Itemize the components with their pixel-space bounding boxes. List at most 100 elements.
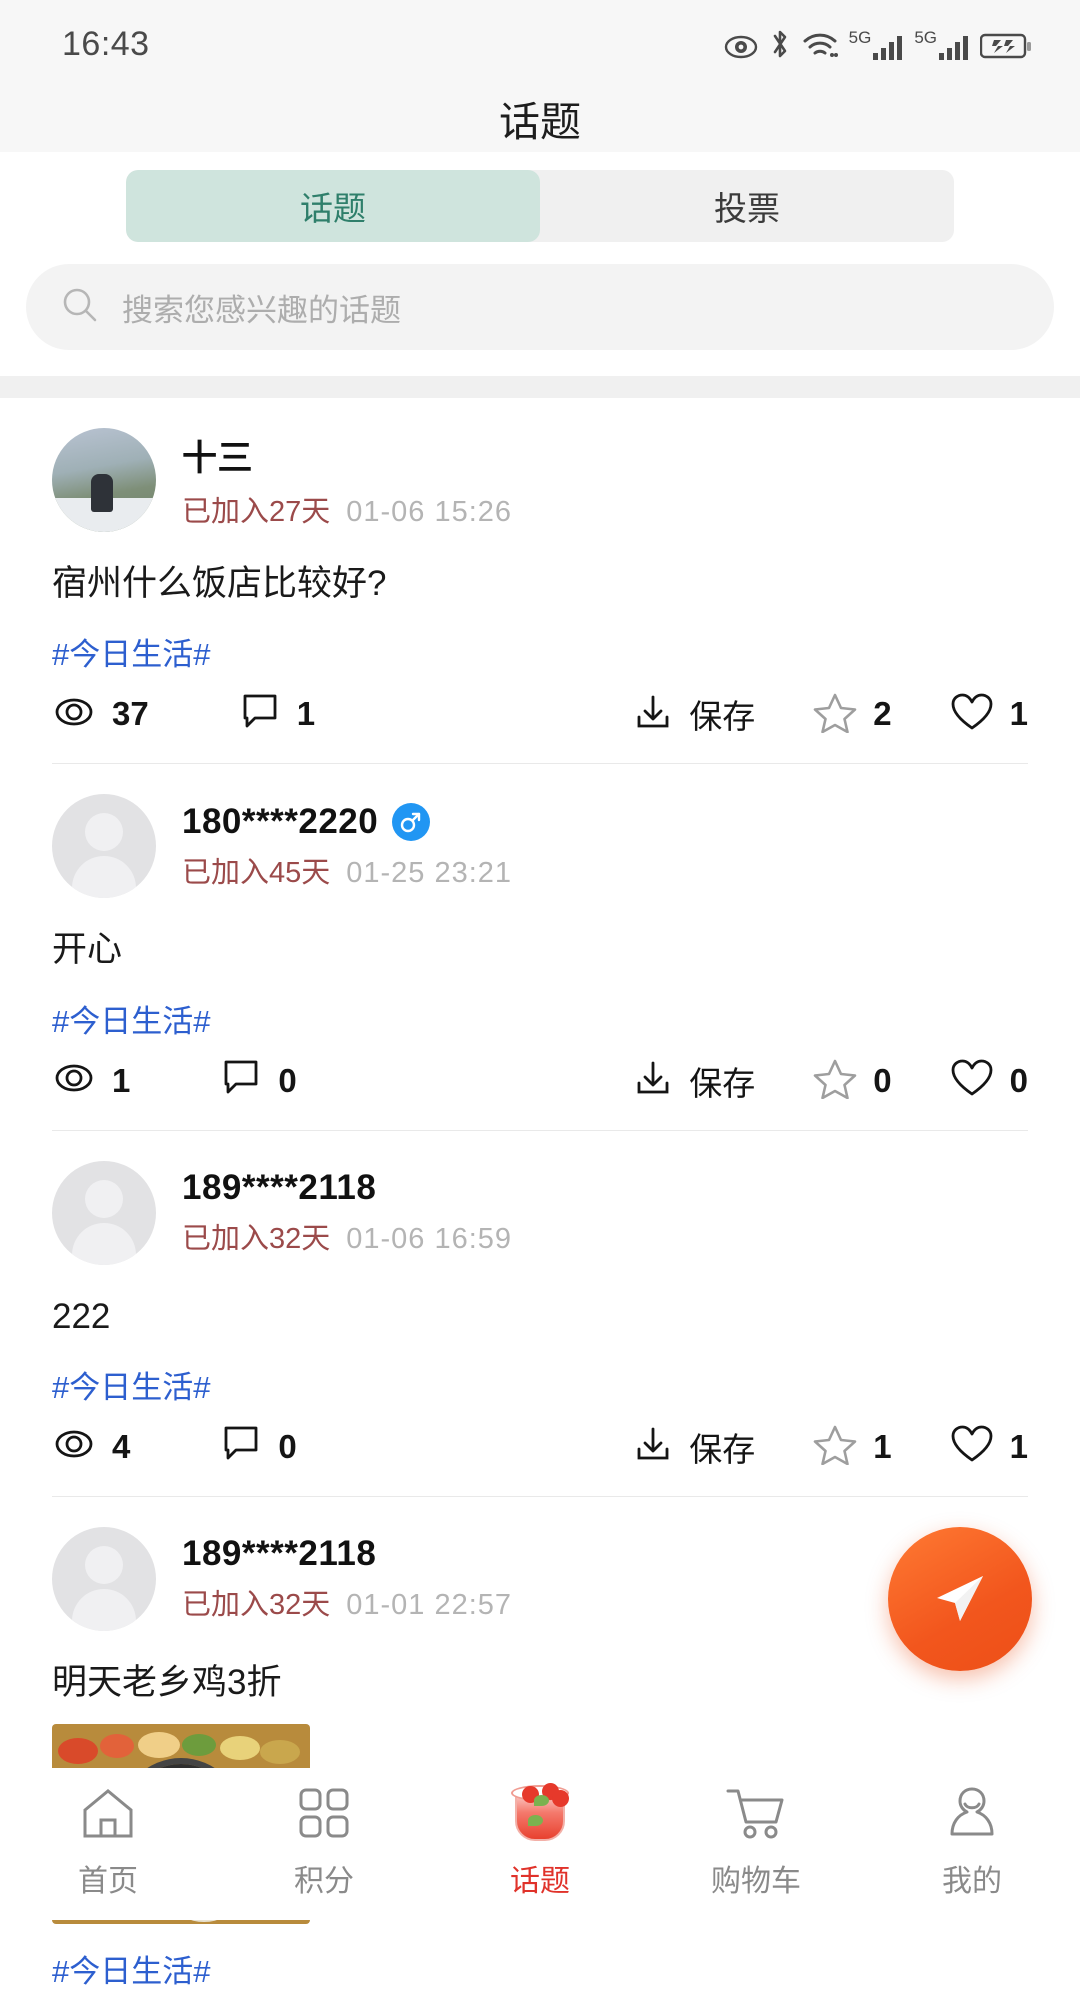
post-card[interactable]: 180****2220 已加入45天 01-25 23:21 开心 #今日生活#	[0, 764, 1080, 1131]
download-icon	[633, 692, 673, 737]
username[interactable]: 180****2220	[182, 802, 378, 842]
comment-count-action[interactable]: 0	[222, 1058, 297, 1103]
comment-icon	[222, 1424, 262, 1469]
username[interactable]: 189****2118	[182, 1168, 376, 1208]
view-count: 37	[112, 695, 149, 733]
nav-label-points: 积分	[294, 1865, 354, 1898]
avatar[interactable]	[52, 428, 156, 532]
bluetooth-icon	[769, 28, 791, 60]
heart-icon	[950, 1424, 994, 1469]
nav-item-points[interactable]: 积分	[216, 1782, 432, 1900]
post-tag[interactable]: #今日生活#	[52, 1946, 1028, 1991]
save-button[interactable]: 保存	[633, 1423, 755, 1471]
nav-label-home: 首页	[78, 1865, 138, 1898]
nav-label-mine: 我的	[942, 1865, 1002, 1898]
favorite-button[interactable]: 0	[813, 1057, 892, 1105]
person-icon	[943, 1782, 1001, 1844]
favorite-count: 1	[873, 1427, 892, 1465]
joined-days: 已加入32天	[182, 1223, 331, 1255]
like-button[interactable]: 1	[950, 690, 1028, 738]
view-count-action: 37	[52, 692, 149, 737]
nav-item-mine[interactable]: 我的	[864, 1782, 1080, 1900]
download-icon	[633, 1058, 673, 1103]
username-row: 189****2118	[182, 1168, 512, 1208]
joined-days: 已加入27天	[182, 496, 331, 528]
segmented-control: 话题 投票	[126, 170, 954, 242]
favorite-button[interactable]: 1	[813, 1423, 892, 1471]
post-card[interactable]: 十三 已加入27天 01-06 15:26 宿州什么饭店比较好? #今日生活# …	[0, 398, 1080, 765]
tab-topics[interactable]: 话题	[126, 170, 540, 242]
like-count: 1	[1009, 1427, 1028, 1465]
favorite-count: 0	[873, 1061, 892, 1099]
battery-charging-icon	[980, 32, 1032, 60]
post-card[interactable]: 189****2118 已加入32天 01-06 16:59 222 #今日生活…	[0, 1131, 1080, 1497]
save-button[interactable]: 保存	[633, 1057, 755, 1105]
eye-care-icon	[724, 34, 758, 60]
download-icon	[633, 1424, 673, 1469]
comment-count-action[interactable]: 1	[241, 692, 315, 737]
view-count-action: 4	[52, 1424, 130, 1469]
post-header: 189****2118 已加入32天 01-06 16:59	[52, 1160, 1028, 1265]
signal-5g-icon-2: 5G	[914, 29, 969, 60]
search-input[interactable]: 搜索您感兴趣的话题	[26, 264, 1054, 350]
favorite-button[interactable]: 2	[813, 690, 892, 738]
nav-item-home[interactable]: 首页	[0, 1782, 216, 1900]
wifi-icon	[802, 30, 838, 60]
compose-fab-button[interactable]	[888, 1527, 1032, 1671]
comment-count: 0	[278, 1061, 297, 1099]
grid-icon	[295, 1782, 353, 1844]
post-time: 01-06 16:59	[346, 1223, 513, 1255]
comment-count: 0	[278, 1427, 297, 1465]
nav-item-cart[interactable]: 购物车	[648, 1782, 864, 1900]
view-count: 4	[112, 1427, 131, 1465]
post-meta: 十三 已加入27天 01-06 15:26	[182, 430, 512, 530]
username[interactable]: 十三	[182, 430, 253, 481]
joined-days: 已加入32天	[182, 1589, 331, 1622]
star-icon	[813, 691, 857, 738]
nav-item-topics[interactable]: 话题	[432, 1782, 648, 1900]
like-count: 0	[1009, 1061, 1028, 1099]
post-meta: 189****2118 已加入32天 01-06 16:59	[182, 1168, 512, 1257]
search-placeholder: 搜索您感兴趣的话题	[122, 292, 401, 328]
signal-5g-icon: 5G	[849, 29, 904, 60]
save-label: 保存	[689, 698, 756, 736]
topic-feed: 十三 已加入27天 01-06 15:26 宿州什么饭店比较好? #今日生活# …	[0, 398, 1080, 1991]
comment-icon	[241, 692, 281, 737]
username[interactable]: 189****2118	[182, 1534, 376, 1574]
post-tag[interactable]: #今日生活#	[52, 629, 1028, 674]
post-header: 十三 已加入27天 01-06 15:26	[52, 428, 1028, 532]
send-plane-icon	[923, 1560, 997, 1639]
avatar[interactable]	[52, 1526, 156, 1631]
status-bar-icons: 5G 5G	[724, 28, 1032, 60]
bottom-navigation: 首页 积分 话题 购物车 我的	[0, 1768, 1080, 1920]
post-actions: 1 0 保存 0 0	[52, 1057, 1028, 1131]
post-content: 222	[52, 1296, 111, 1336]
post-tag[interactable]: #今日生活#	[52, 1362, 1028, 1407]
post-actions: 37 1 保存 2 1	[52, 690, 1028, 764]
post-subinfo: 已加入32天 01-06 16:59	[182, 1215, 512, 1257]
joined-days: 已加入45天	[182, 856, 331, 889]
post-tag[interactable]: #今日生活#	[52, 996, 1028, 1041]
like-button[interactable]: 1	[950, 1423, 1028, 1471]
eye-icon	[52, 1061, 96, 1100]
drink-cup-icon	[504, 1782, 576, 1844]
section-divider	[0, 376, 1080, 398]
search-icon	[60, 285, 100, 330]
comment-icon	[222, 1058, 262, 1103]
tab-votes[interactable]: 投票	[540, 170, 954, 242]
post-actions: 4 0 保存 1 1	[52, 1423, 1028, 1497]
save-label: 保存	[689, 1430, 756, 1468]
like-count: 1	[1009, 695, 1028, 733]
avatar[interactable]	[52, 794, 156, 899]
nav-label-topics: 话题	[510, 1865, 570, 1898]
post-subinfo: 已加入32天 01-01 22:57	[182, 1581, 512, 1623]
post-subinfo: 已加入45天 01-25 23:21	[182, 849, 512, 891]
avatar[interactable]	[52, 1160, 156, 1265]
post-time: 01-01 22:57	[346, 1589, 513, 1622]
comment-count-action[interactable]: 0	[222, 1424, 297, 1469]
save-button[interactable]: 保存	[633, 690, 755, 738]
username-row: 189****2118	[182, 1534, 512, 1574]
post-content: 明天老乡鸡3折	[52, 1662, 282, 1702]
username-row: 十三	[182, 430, 512, 481]
like-button[interactable]: 0	[950, 1057, 1028, 1105]
